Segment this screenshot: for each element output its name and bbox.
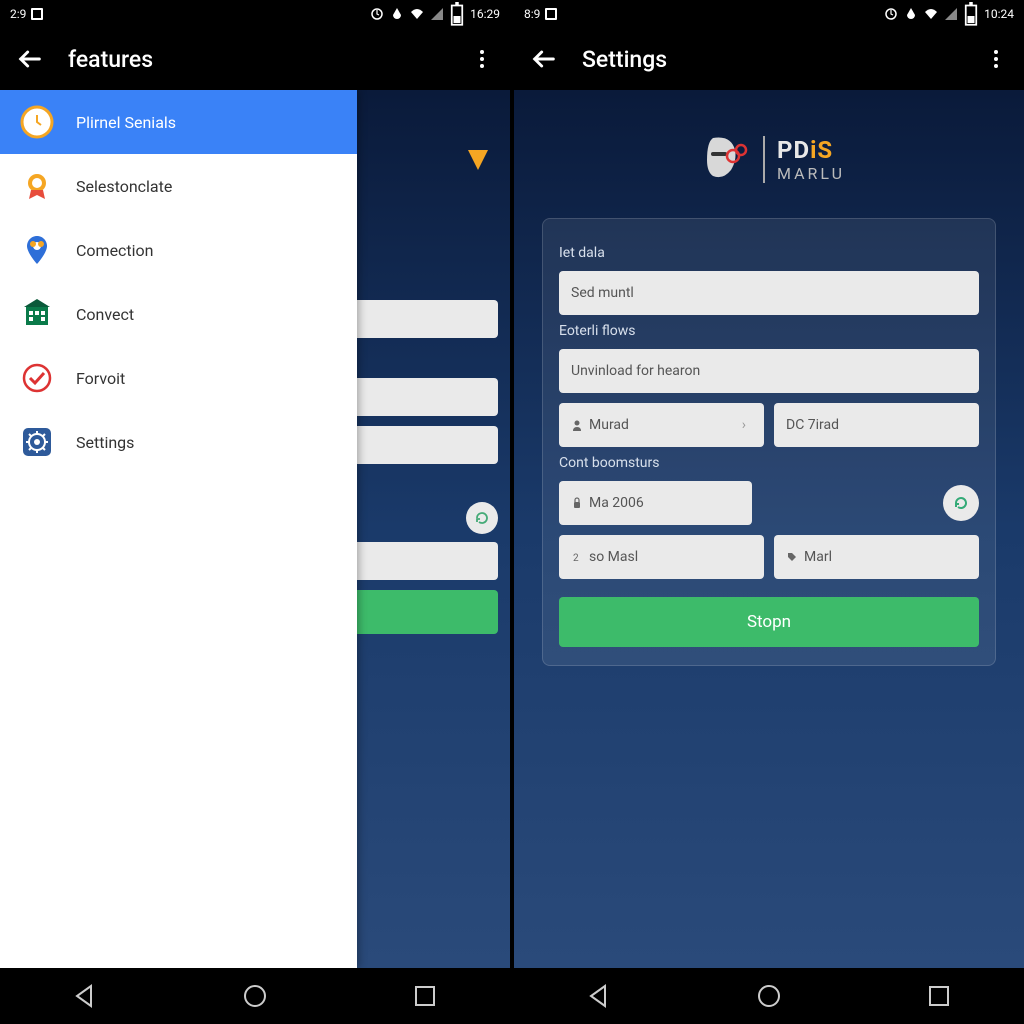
logo-peek-icon	[458, 140, 498, 180]
android-nav-bar	[0, 968, 510, 1024]
submit-button[interactable]: Stopn	[559, 597, 979, 647]
input-ma-2006[interactable]: Ma 2006	[559, 481, 752, 525]
app-badge-icon	[544, 7, 558, 21]
signal-icon	[430, 7, 444, 21]
app-badge-icon	[30, 7, 44, 21]
page-title: Settings	[582, 46, 667, 73]
signal-icon	[944, 7, 958, 21]
wifi-icon	[924, 7, 938, 21]
sync-icon	[884, 7, 898, 21]
input-sed-muntl[interactable]: Sed muntl	[559, 271, 979, 315]
settings-form: Iet dala Sed muntl Eoterli flows Unvinlo…	[542, 218, 996, 666]
input-murad[interactable]: Murad ›	[559, 403, 764, 447]
check-icon	[20, 361, 54, 395]
svg-text:2: 2	[573, 553, 579, 563]
drawer-label: Plirnel Senials	[76, 113, 176, 132]
nav-back-icon[interactable]	[585, 982, 613, 1010]
drawer-item-settings[interactable]: Settings	[0, 410, 357, 474]
content-peek	[347, 90, 510, 968]
drawer-label: Selestonclate	[76, 177, 172, 196]
nav-home-icon[interactable]	[241, 982, 269, 1010]
nav-drawer: Plirnel Senials Selestonclate Comection …	[0, 90, 357, 968]
nav-home-icon[interactable]	[755, 982, 783, 1010]
input-unvinload[interactable]: Unvinload for hearon	[559, 349, 979, 393]
lock-icon	[571, 497, 583, 509]
phone-right: 8:9 10:24 Settings PDiS MARLU Iet dala S…	[514, 0, 1024, 1024]
refresh-icon	[952, 494, 970, 512]
gear-icon	[20, 425, 54, 459]
battery-icon	[964, 7, 978, 21]
refresh-button[interactable]	[943, 485, 979, 521]
logo: PDiS MARLU	[514, 90, 1024, 218]
label-iet-dala: Iet dala	[559, 245, 979, 261]
drawer-label: Comection	[76, 241, 154, 260]
nav-recent-icon[interactable]	[411, 982, 439, 1010]
status-time: 10:24	[984, 7, 1014, 21]
drawer-label: Forvoit	[76, 369, 125, 388]
digit-icon: 2	[571, 551, 583, 563]
status-bar: 2:9 16:29	[0, 0, 510, 28]
peek-input[interactable]	[347, 426, 498, 464]
pin-icon	[20, 233, 54, 267]
drawer-item-selestonclate[interactable]: Selestonclate	[0, 154, 357, 218]
back-icon[interactable]	[16, 45, 44, 73]
content-area: PDiS MARLU Iet dala Sed muntl Eoterli fl…	[514, 90, 1024, 968]
status-time: 16:29	[470, 7, 500, 21]
wifi-icon	[410, 7, 424, 21]
input-so-masl[interactable]: 2 so Masl	[559, 535, 764, 579]
user-icon	[571, 419, 583, 431]
status-bar: 8:9 10:24	[514, 0, 1024, 28]
peek-submit[interactable]	[347, 590, 498, 634]
app-bar: Settings	[514, 28, 1024, 90]
battery-icon	[450, 7, 464, 21]
status-notif-text: 8:9	[524, 7, 540, 21]
status-notif-text: 2:9	[10, 7, 26, 21]
building-icon	[20, 297, 54, 331]
input-dc-7irad[interactable]: DC 7irad	[774, 403, 979, 447]
overflow-menu-icon[interactable]	[984, 47, 1008, 71]
content-area: Plirnel Senials Selestonclate Comection …	[0, 90, 510, 968]
logo-line1: PDiS	[777, 136, 845, 164]
drawer-label: Convect	[76, 305, 134, 324]
label-eoterli-flows: Eoterli flows	[559, 323, 979, 339]
badge-icon	[20, 169, 54, 203]
sync-icon	[370, 7, 384, 21]
chevron-right-icon: ›	[742, 417, 746, 433]
drop-icon	[904, 7, 918, 21]
drawer-label: Settings	[76, 433, 134, 452]
nav-recent-icon[interactable]	[925, 982, 953, 1010]
drawer-item-convect[interactable]: Convect	[0, 282, 357, 346]
label-cont-boomsturs: Cont boomsturs	[559, 455, 979, 471]
clock-icon	[20, 105, 54, 139]
refresh-icon[interactable]	[466, 502, 498, 534]
logo-face-icon	[693, 130, 751, 188]
phone-left: 2:9 16:29 features	[0, 0, 510, 1024]
overflow-menu-icon[interactable]	[470, 47, 494, 71]
peek-input[interactable]	[347, 300, 498, 338]
drawer-item-plirnel[interactable]: Plirnel Senials	[0, 90, 357, 154]
tag-icon	[786, 551, 798, 563]
drawer-item-comection[interactable]: Comection	[0, 218, 357, 282]
page-title: features	[68, 46, 153, 73]
drawer-item-forvoit[interactable]: Forvoit	[0, 346, 357, 410]
back-icon[interactable]	[530, 45, 558, 73]
peek-input[interactable]	[347, 542, 498, 580]
drop-icon	[390, 7, 404, 21]
app-bar: features	[0, 28, 510, 90]
android-nav-bar	[514, 968, 1024, 1024]
input-marl[interactable]: Marl	[774, 535, 979, 579]
logo-line2: MARLU	[777, 164, 845, 183]
peek-input[interactable]	[347, 378, 498, 416]
nav-back-icon[interactable]	[71, 982, 99, 1010]
